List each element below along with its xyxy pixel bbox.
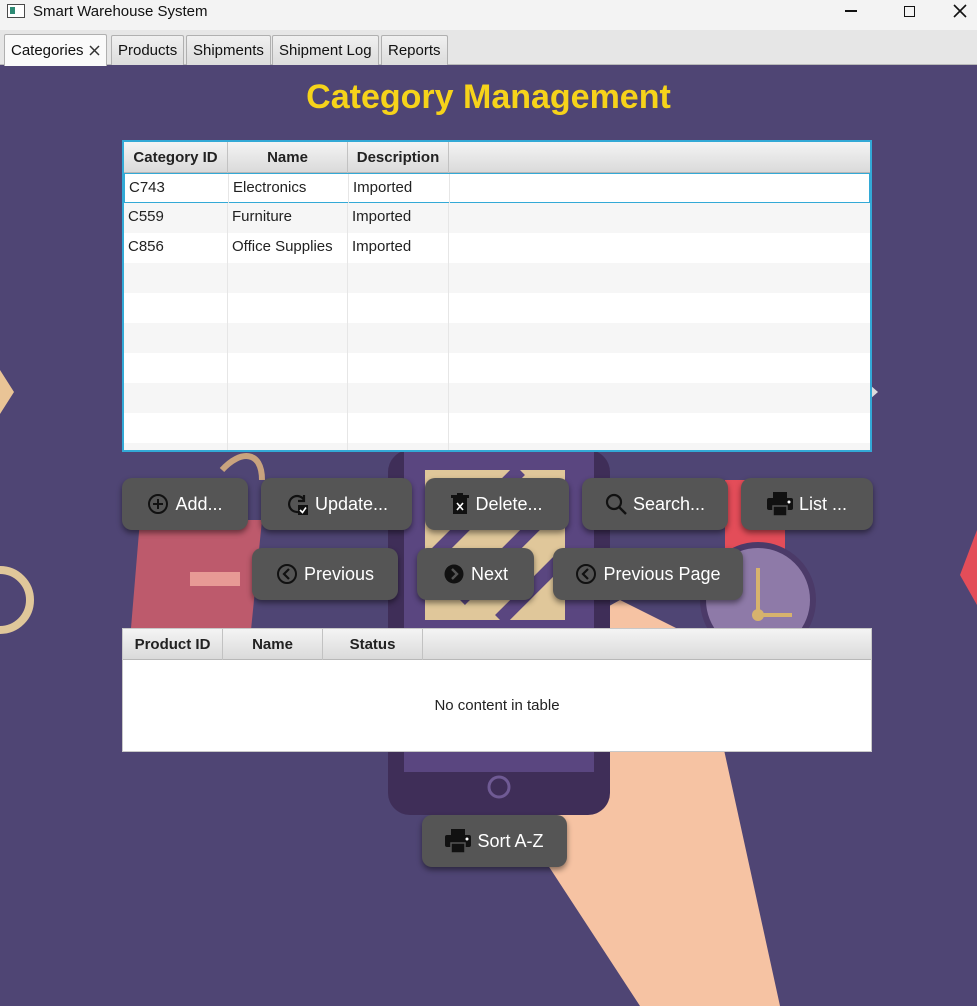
tab-categories[interactable]: Categories bbox=[4, 34, 107, 66]
column-header-category-id[interactable]: Category ID bbox=[124, 142, 228, 173]
cell-category-id: C559 bbox=[124, 203, 228, 233]
close-icon bbox=[953, 4, 967, 18]
refresh-check-icon bbox=[287, 494, 308, 515]
empty-row bbox=[124, 413, 870, 443]
chevron-right-circle-icon bbox=[444, 564, 464, 584]
window-titlebar: Smart Warehouse System bbox=[0, 0, 977, 30]
table-row[interactable]: C559 Furniture Imported bbox=[124, 203, 870, 233]
cell-description: Imported bbox=[349, 174, 450, 204]
search-button-label: Search... bbox=[632, 493, 706, 514]
product-table[interactable]: Product ID Name Status No content in tab… bbox=[122, 628, 872, 752]
cell-description: Imported bbox=[348, 233, 449, 263]
previous-page-button-label: Previous Page bbox=[603, 563, 721, 584]
printer-icon bbox=[766, 492, 793, 516]
column-header-name[interactable]: Name bbox=[228, 142, 348, 173]
tab-shipments[interactable]: Shipments bbox=[186, 35, 271, 65]
chevron-left-circle-icon bbox=[276, 564, 297, 584]
trash-icon bbox=[451, 493, 470, 514]
table-header: Category ID Name Description bbox=[124, 142, 870, 173]
column-header-name[interactable]: Name bbox=[223, 629, 323, 660]
cell-name: Office Supplies bbox=[228, 233, 348, 263]
printer-icon bbox=[445, 829, 472, 853]
plus-circle-icon bbox=[148, 494, 169, 514]
tab-products[interactable]: Products bbox=[111, 35, 185, 65]
minimize-button[interactable] bbox=[828, 0, 874, 30]
empty-row bbox=[124, 293, 870, 323]
search-button[interactable]: Search... bbox=[582, 478, 728, 530]
tab-label: Categories bbox=[11, 42, 84, 59]
maximize-button[interactable] bbox=[886, 0, 932, 30]
table-header: Product ID Name Status bbox=[123, 629, 871, 660]
cell-name: Electronics bbox=[229, 174, 349, 204]
cell-description: Imported bbox=[348, 203, 449, 233]
close-tab-icon[interactable] bbox=[89, 45, 100, 56]
column-header-status[interactable]: Status bbox=[323, 629, 423, 660]
add-button[interactable]: Add... bbox=[122, 478, 248, 530]
tab-label: Reports bbox=[388, 42, 441, 59]
tab-label: Products bbox=[118, 42, 178, 59]
next-button-label: Next bbox=[470, 563, 508, 584]
empty-row bbox=[124, 443, 870, 450]
next-button[interactable]: Next bbox=[417, 548, 534, 600]
sort-button[interactable]: Sort A-Z bbox=[422, 815, 567, 867]
table-row[interactable]: C856 Office Supplies Imported bbox=[124, 233, 870, 263]
cell-name: Furniture bbox=[228, 203, 348, 233]
app-icon bbox=[7, 4, 25, 18]
previous-button[interactable]: Previous bbox=[252, 548, 398, 600]
sort-button-label: Sort A-Z bbox=[477, 830, 544, 851]
delete-button[interactable]: Delete... bbox=[425, 478, 569, 530]
empty-row bbox=[124, 263, 870, 293]
previous-page-button[interactable]: Previous Page bbox=[553, 548, 743, 600]
column-header-product-id[interactable]: Product ID bbox=[123, 629, 223, 660]
maximize-icon bbox=[903, 5, 915, 17]
list-button-label: List ... bbox=[798, 493, 847, 514]
chevron-left-circle-icon bbox=[576, 564, 597, 584]
tab-shipment-log[interactable]: Shipment Log bbox=[272, 35, 379, 65]
update-button[interactable]: Update... bbox=[261, 478, 412, 530]
page-title: Category Management bbox=[306, 78, 671, 116]
delete-button-label: Delete... bbox=[475, 493, 543, 514]
previous-button-label: Previous bbox=[303, 563, 375, 584]
update-button-label: Update... bbox=[314, 493, 389, 514]
empty-row bbox=[124, 383, 870, 413]
list-button[interactable]: List ... bbox=[741, 478, 873, 530]
category-table[interactable]: Category ID Name Description C743 Electr… bbox=[122, 140, 872, 452]
tab-reports[interactable]: Reports bbox=[381, 35, 448, 65]
column-header-description[interactable]: Description bbox=[348, 142, 449, 173]
tab-label: Shipments bbox=[193, 42, 264, 59]
window-title: Smart Warehouse System bbox=[33, 3, 208, 20]
table-row[interactable]: C743 Electronics Imported bbox=[124, 173, 870, 204]
empty-table-placeholder: No content in table bbox=[434, 697, 560, 714]
empty-row bbox=[124, 323, 870, 353]
add-button-label: Add... bbox=[175, 493, 223, 514]
tab-label: Shipment Log bbox=[279, 42, 372, 59]
tab-strip: Categories Products Shipments Shipment L… bbox=[0, 30, 977, 66]
empty-row bbox=[124, 353, 870, 383]
cell-category-id: C856 bbox=[124, 233, 228, 263]
cell-category-id: C743 bbox=[125, 174, 229, 204]
search-icon bbox=[605, 493, 627, 515]
close-window-button[interactable] bbox=[943, 0, 977, 30]
minimize-icon bbox=[845, 10, 857, 12]
